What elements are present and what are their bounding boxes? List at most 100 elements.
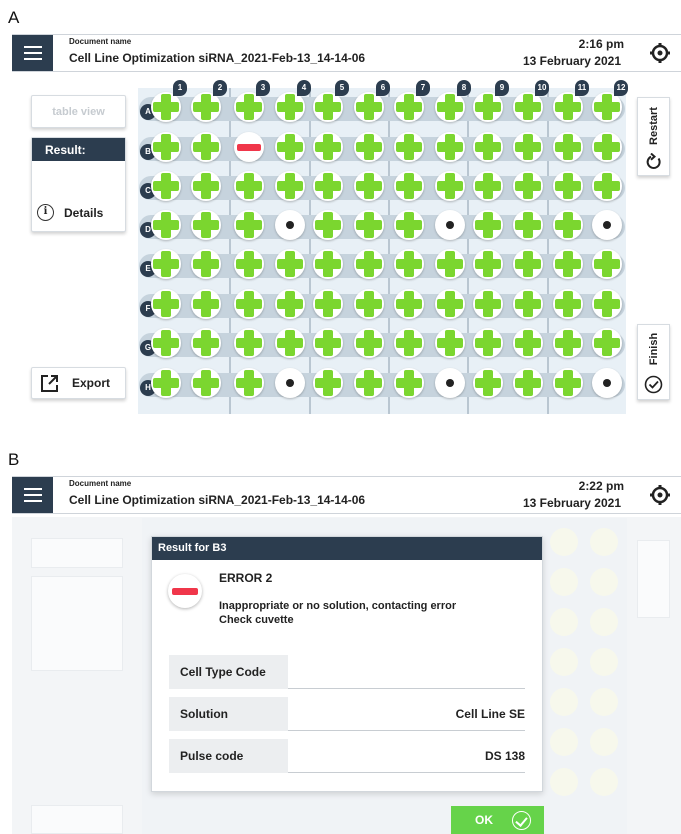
hamburger-menu-icon[interactable] [12, 477, 53, 513]
well-a7[interactable] [394, 92, 424, 122]
well-h4[interactable] [275, 368, 305, 398]
well-h7[interactable] [394, 368, 424, 398]
well-b9[interactable] [473, 132, 503, 162]
settings-gear-icon[interactable] [649, 42, 671, 64]
well-c9[interactable] [473, 171, 503, 201]
well-d11[interactable] [553, 210, 583, 240]
well-d1[interactable] [151, 210, 181, 240]
well-d4[interactable] [275, 210, 305, 240]
well-g1[interactable] [151, 328, 181, 358]
well-e12[interactable] [592, 249, 622, 279]
result-box[interactable]: Result: i Details [31, 137, 126, 232]
well-a3[interactable] [234, 92, 264, 122]
well-g2[interactable] [191, 328, 221, 358]
well-a2[interactable] [191, 92, 221, 122]
well-h5[interactable] [313, 368, 343, 398]
well-b2[interactable] [191, 132, 221, 162]
well-b8[interactable] [435, 132, 465, 162]
well-g10[interactable] [513, 328, 543, 358]
well-d8[interactable] [435, 210, 465, 240]
well-d7[interactable] [394, 210, 424, 240]
well-c8[interactable] [435, 171, 465, 201]
well-h9[interactable] [473, 368, 503, 398]
well-a9[interactable] [473, 92, 503, 122]
well-a6[interactable] [354, 92, 384, 122]
well-f10[interactable] [513, 289, 543, 319]
well-d5[interactable] [313, 210, 343, 240]
well-b4[interactable] [275, 132, 305, 162]
well-d3[interactable] [234, 210, 264, 240]
well-c11[interactable] [553, 171, 583, 201]
well-h8[interactable] [435, 368, 465, 398]
well-b12[interactable] [592, 132, 622, 162]
well-a5[interactable] [313, 92, 343, 122]
well-b6[interactable] [354, 132, 384, 162]
well-d2[interactable] [191, 210, 221, 240]
well-e7[interactable] [394, 249, 424, 279]
well-g8[interactable] [435, 328, 465, 358]
well-f4[interactable] [275, 289, 305, 319]
well-g6[interactable] [354, 328, 384, 358]
well-h2[interactable] [191, 368, 221, 398]
well-c5[interactable] [313, 171, 343, 201]
well-b5[interactable] [313, 132, 343, 162]
well-g3[interactable] [234, 328, 264, 358]
ok-button[interactable]: OK [451, 806, 544, 834]
restart-button[interactable]: Restart [637, 97, 670, 176]
well-g11[interactable] [553, 328, 583, 358]
export-button[interactable]: Export [31, 367, 126, 399]
well-h12[interactable] [592, 368, 622, 398]
well-f11[interactable] [553, 289, 583, 319]
well-f12[interactable] [592, 289, 622, 319]
well-b10[interactable] [513, 132, 543, 162]
well-e2[interactable] [191, 249, 221, 279]
well-h6[interactable] [354, 368, 384, 398]
well-e1[interactable] [151, 249, 181, 279]
well-a12[interactable] [592, 92, 622, 122]
well-g5[interactable] [313, 328, 343, 358]
finish-button[interactable]: Finish [637, 324, 670, 400]
well-b11[interactable] [553, 132, 583, 162]
well-f6[interactable] [354, 289, 384, 319]
well-a1[interactable] [151, 92, 181, 122]
well-f1[interactable] [151, 289, 181, 319]
well-c3[interactable] [234, 171, 264, 201]
well-h1[interactable] [151, 368, 181, 398]
well-e6[interactable] [354, 249, 384, 279]
well-c4[interactable] [275, 171, 305, 201]
settings-gear-icon[interactable] [649, 484, 671, 506]
well-a8[interactable] [435, 92, 465, 122]
well-b3[interactable] [234, 132, 264, 162]
well-g7[interactable] [394, 328, 424, 358]
well-f8[interactable] [435, 289, 465, 319]
well-b1[interactable] [151, 132, 181, 162]
well-b7[interactable] [394, 132, 424, 162]
well-h11[interactable] [553, 368, 583, 398]
well-g9[interactable] [473, 328, 503, 358]
well-h3[interactable] [234, 368, 264, 398]
well-e9[interactable] [473, 249, 503, 279]
well-d10[interactable] [513, 210, 543, 240]
well-e11[interactable] [553, 249, 583, 279]
well-d6[interactable] [354, 210, 384, 240]
well-e5[interactable] [313, 249, 343, 279]
well-a4[interactable] [275, 92, 305, 122]
well-f3[interactable] [234, 289, 264, 319]
well-c7[interactable] [394, 171, 424, 201]
well-f5[interactable] [313, 289, 343, 319]
well-f7[interactable] [394, 289, 424, 319]
well-f2[interactable] [191, 289, 221, 319]
well-a10[interactable] [513, 92, 543, 122]
well-c1[interactable] [151, 171, 181, 201]
well-f9[interactable] [473, 289, 503, 319]
well-d9[interactable] [473, 210, 503, 240]
well-c12[interactable] [592, 171, 622, 201]
hamburger-menu-icon[interactable] [12, 35, 53, 71]
table-view-button[interactable]: table view [31, 95, 126, 128]
well-c10[interactable] [513, 171, 543, 201]
well-g4[interactable] [275, 328, 305, 358]
well-c2[interactable] [191, 171, 221, 201]
well-e8[interactable] [435, 249, 465, 279]
well-e3[interactable] [234, 249, 264, 279]
well-e10[interactable] [513, 249, 543, 279]
